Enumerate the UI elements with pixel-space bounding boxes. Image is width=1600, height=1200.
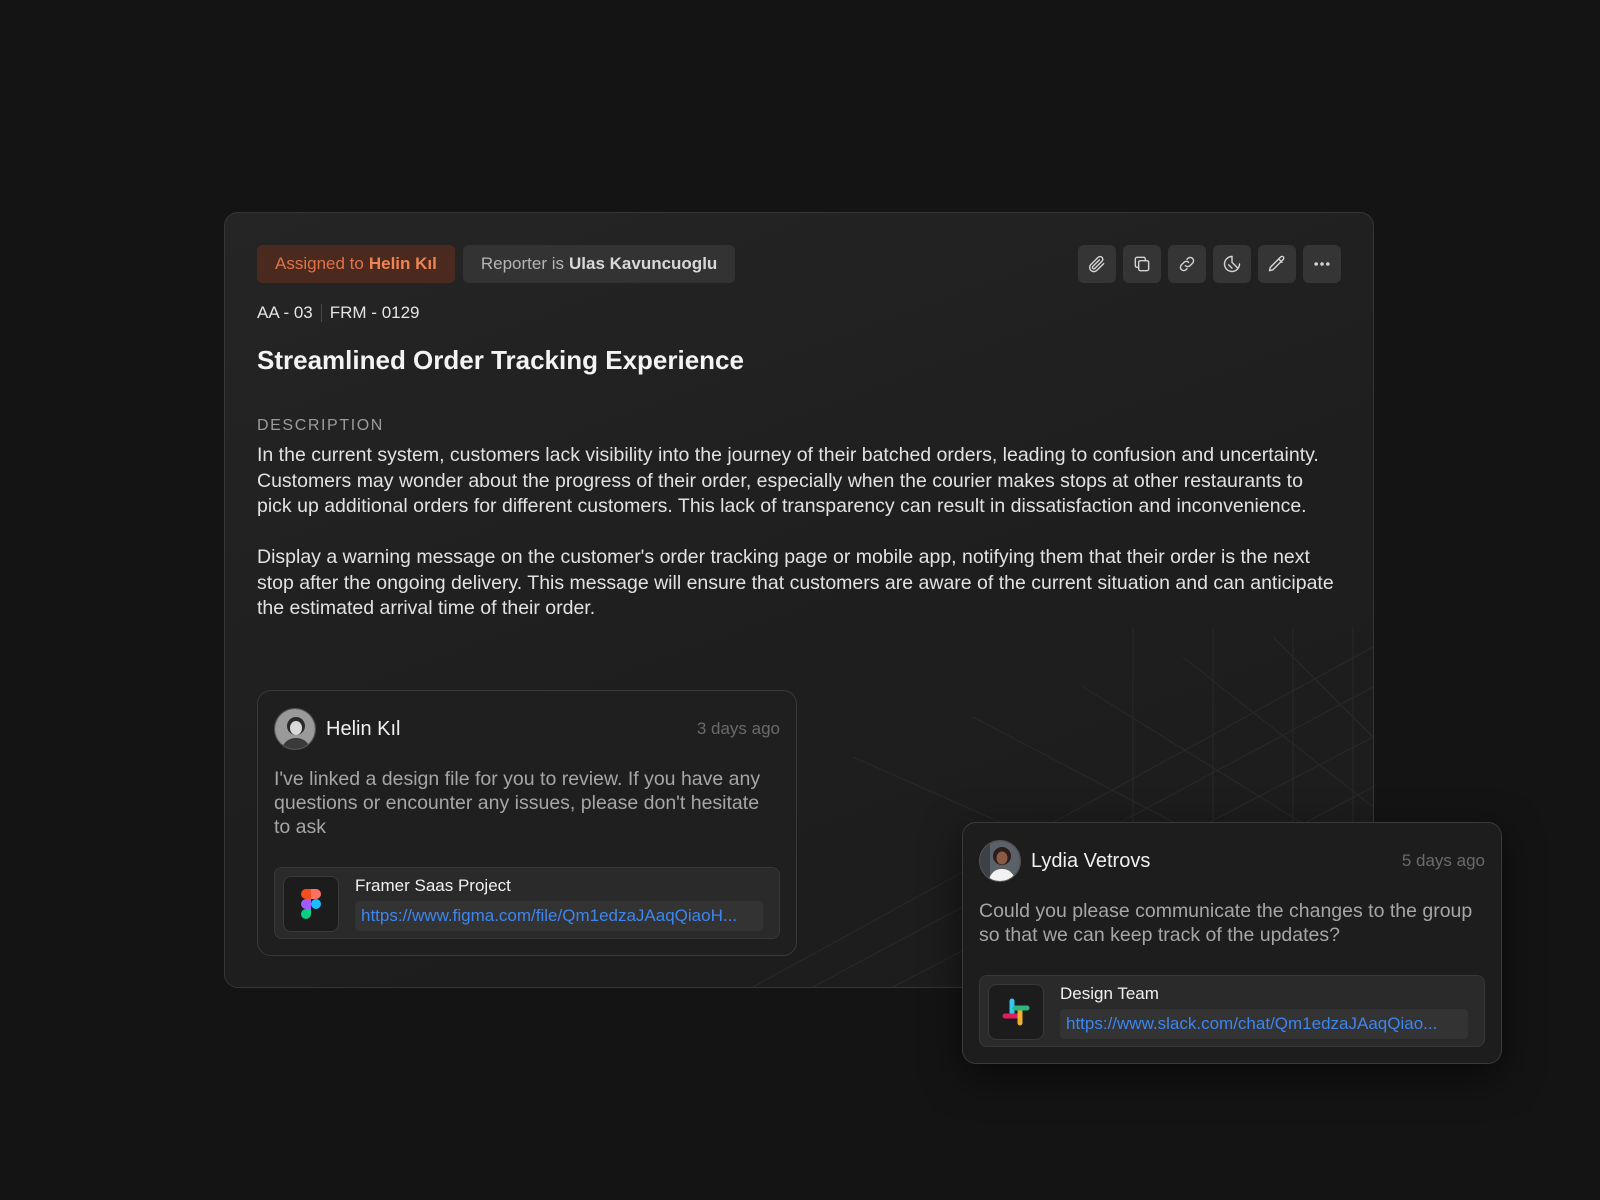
attach-button[interactable] bbox=[1078, 245, 1116, 283]
comment-text: I've linked a design file for you to rev… bbox=[274, 768, 761, 838]
comment-header: Helin Kıl 3 days ago bbox=[274, 707, 780, 751]
reporter-name: Ulas Kavuncuoglu bbox=[569, 254, 718, 273]
attachment-title: Framer Saas Project bbox=[355, 876, 511, 895]
comment-card: Helin Kıl 3 days ago I've linked a desig… bbox=[257, 690, 797, 956]
copy-button[interactable] bbox=[1123, 245, 1161, 283]
edit-button[interactable] bbox=[1258, 245, 1296, 283]
attachment-title: Design Team bbox=[1060, 984, 1159, 1003]
attachment-link[interactable]: https://www.figma.com/file/Qm1edzaJAaqQi… bbox=[355, 901, 763, 931]
avatar[interactable] bbox=[979, 840, 1021, 882]
avatar[interactable] bbox=[274, 708, 316, 750]
reporter-prefix: Reporter is bbox=[480, 254, 564, 273]
copy-icon bbox=[1134, 256, 1150, 272]
more-icon bbox=[1314, 262, 1330, 266]
ticket-ids: AA - 03 FRM - 0129 bbox=[257, 303, 420, 323]
copy-link-button[interactable] bbox=[1168, 245, 1206, 283]
attachment-link[interactable]: https://www.slack.com/chat/Qm1edzaJAaqQi… bbox=[1060, 1009, 1468, 1039]
description-label: DESCRIPTION bbox=[257, 417, 384, 434]
comment-author: Lydia Vetrovs bbox=[1031, 849, 1151, 872]
ticket-title: Streamlined Order Tracking Experience bbox=[257, 345, 744, 375]
user-avatar-icon bbox=[275, 709, 315, 749]
figma-icon bbox=[283, 876, 339, 932]
comment-time: 5 days ago bbox=[1401, 851, 1485, 870]
reporter-chip[interactable]: Reporter is Ulas Kavuncuoglu bbox=[462, 245, 736, 283]
user-avatar-icon bbox=[980, 841, 1020, 881]
description-body: In the current system, customers lack vi… bbox=[257, 443, 1337, 622]
id-divider bbox=[320, 304, 322, 322]
attachment-card[interactable]: Design Team https://www.slack.com/chat/Q… bbox=[979, 975, 1485, 1047]
attachment-card[interactable]: Framer Saas Project https://www.figma.co… bbox=[274, 867, 780, 939]
comment-time: 3 days ago bbox=[696, 719, 780, 738]
more-button[interactable] bbox=[1303, 245, 1341, 283]
comment-author: Helin Kıl bbox=[326, 717, 401, 740]
comment-text: Could you please communicate the changes… bbox=[979, 900, 1473, 946]
slack-icon bbox=[988, 984, 1044, 1040]
tag-button[interactable] bbox=[1213, 245, 1251, 283]
stage: Assigned to Helin Kıl Reporter is Ulas K… bbox=[0, 0, 1600, 1200]
assignee-chip[interactable]: Assigned to Helin Kıl bbox=[257, 245, 455, 283]
description-paragraph-1: In the current system, customers lack vi… bbox=[257, 444, 1319, 517]
ticket-toolbar bbox=[1078, 245, 1341, 283]
description-paragraph-2: Display a warning message on the custome… bbox=[257, 546, 1334, 619]
assignee-prefix: Assigned to bbox=[275, 254, 364, 273]
ticket-meta-chips: Assigned to Helin Kıl Reporter is Ulas K… bbox=[257, 245, 736, 283]
pencil-icon bbox=[1268, 255, 1285, 272]
comment-header: Lydia Vetrovs 5 days ago bbox=[979, 839, 1485, 883]
link-icon bbox=[1179, 256, 1195, 272]
ticket-id-primary: AA - 03 bbox=[257, 303, 313, 322]
paperclip-icon bbox=[1088, 255, 1105, 273]
tag-icon bbox=[1223, 255, 1241, 273]
ticket-id-secondary: FRM - 0129 bbox=[329, 303, 420, 322]
comment-card: Lydia Vetrovs 5 days ago Could you pleas… bbox=[962, 822, 1502, 1064]
assignee-name: Helin Kıl bbox=[368, 254, 437, 273]
